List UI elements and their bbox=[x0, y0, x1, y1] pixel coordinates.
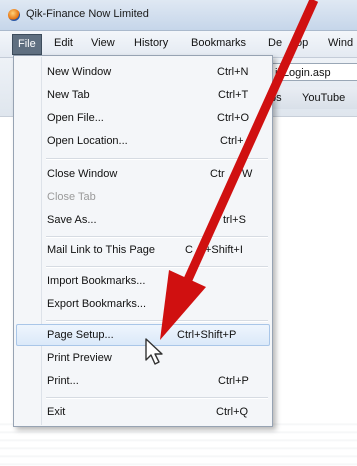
menu-item-label: Page Setup... bbox=[47, 329, 114, 341]
menu-item-shortcut: Ctrl+Shift+P bbox=[177, 329, 237, 341]
menu-item-shortcut: Ctrl+N bbox=[217, 66, 249, 78]
menu-separator bbox=[46, 236, 268, 238]
bookmark-youtube[interactable]: YouTube bbox=[302, 92, 345, 104]
menu-item-label: New Tab bbox=[47, 89, 90, 101]
menu-item-import-bookmarks[interactable]: Import Bookmarks... bbox=[16, 270, 270, 292]
menu-item-label: Save As... bbox=[47, 214, 97, 226]
bookmarks-toolbar: ps YouTube bbox=[262, 87, 357, 109]
menu-item-shortcut: trl+S bbox=[223, 214, 246, 226]
menu-item-shortcut: Ctrl+P bbox=[218, 375, 249, 387]
menu-item-close-window[interactable]: Close Window Ctr W bbox=[16, 163, 270, 185]
menu-item-label: Close Window bbox=[47, 168, 118, 180]
menu-item-mail-link[interactable]: Mail Link to This Page C +Shift+I bbox=[16, 239, 270, 261]
file-menu-dropdown: New Window Ctrl+N New Tab Ctrl+T Open Fi… bbox=[13, 55, 273, 427]
menu-item-label: Print... bbox=[47, 375, 79, 387]
menu-desktop-part2[interactable]: op bbox=[296, 37, 308, 49]
menu-file[interactable]: File bbox=[12, 34, 42, 55]
menu-item-open-location[interactable]: Open Location... Ctrl+ bbox=[16, 130, 270, 152]
address-bar[interactable]: ikLogin.asp bbox=[268, 63, 357, 81]
menu-separator bbox=[46, 397, 268, 399]
firefox-icon bbox=[8, 9, 20, 21]
menu-desktop-part1[interactable]: De bbox=[268, 37, 282, 49]
menu-item-label: Close Tab bbox=[47, 191, 96, 203]
menu-item-print-preview[interactable]: Print Preview bbox=[16, 347, 270, 369]
menu-item-export-bookmarks[interactable]: Export Bookmarks... bbox=[16, 293, 270, 315]
menu-item-label: Mail Link to This Page bbox=[47, 244, 156, 256]
menu-bar: File Edit View History Bookmarks De op W… bbox=[0, 31, 357, 58]
menu-item-label: Open File... bbox=[47, 112, 104, 124]
menu-item-label: Import Bookmarks... bbox=[47, 275, 146, 287]
title-bar: Qik-Finance Now Limited bbox=[0, 0, 357, 31]
menu-item-shortcut: Ctrl+ bbox=[220, 135, 244, 147]
menu-item-print[interactable]: Print... Ctrl+P bbox=[16, 370, 270, 392]
menu-item-label: Exit bbox=[47, 406, 66, 418]
menu-item-shortcut: C bbox=[185, 244, 193, 256]
menu-history[interactable]: History bbox=[134, 37, 168, 49]
menu-item-new-window[interactable]: New Window Ctrl+N bbox=[16, 61, 270, 83]
menu-item-label: New Window bbox=[47, 66, 112, 78]
menu-separator bbox=[46, 266, 268, 268]
menu-bookmarks[interactable]: Bookmarks bbox=[191, 37, 246, 49]
mouse-pointer-icon bbox=[145, 338, 163, 365]
menu-item-label: Export Bookmarks... bbox=[47, 298, 147, 310]
menu-item-page-setup[interactable]: Page Setup... Ctrl+Shift+P bbox=[16, 324, 270, 346]
menu-item-exit[interactable]: Exit Ctrl+Q bbox=[16, 401, 270, 423]
menu-view[interactable]: View bbox=[91, 37, 115, 49]
menu-item-shortcut: Ctrl+O bbox=[217, 112, 250, 124]
menu-edit[interactable]: Edit bbox=[54, 37, 73, 49]
menu-item-shortcut: Ctr bbox=[210, 168, 225, 180]
menu-item-shortcut: Ctrl+T bbox=[218, 89, 249, 101]
menu-item-open-file[interactable]: Open File... Ctrl+O bbox=[16, 107, 270, 129]
menu-item-shortcut-fragment: +Shift+I bbox=[205, 244, 243, 256]
menu-item-shortcut: Ctrl+Q bbox=[216, 406, 249, 418]
menu-item-new-tab[interactable]: New Tab Ctrl+T bbox=[16, 84, 270, 106]
menu-item-label: Open Location... bbox=[47, 135, 128, 147]
menu-item-save-as[interactable]: Save As... trl+S bbox=[16, 209, 270, 231]
menu-separator bbox=[46, 158, 268, 160]
menu-item-close-tab: Close Tab bbox=[16, 186, 270, 208]
window-title: Qik-Finance Now Limited bbox=[26, 8, 149, 20]
menu-item-shortcut-fragment: W bbox=[242, 168, 253, 180]
menu-separator bbox=[46, 320, 268, 322]
menu-item-label: Print Preview bbox=[47, 352, 112, 364]
menu-window[interactable]: Wind bbox=[328, 37, 353, 49]
